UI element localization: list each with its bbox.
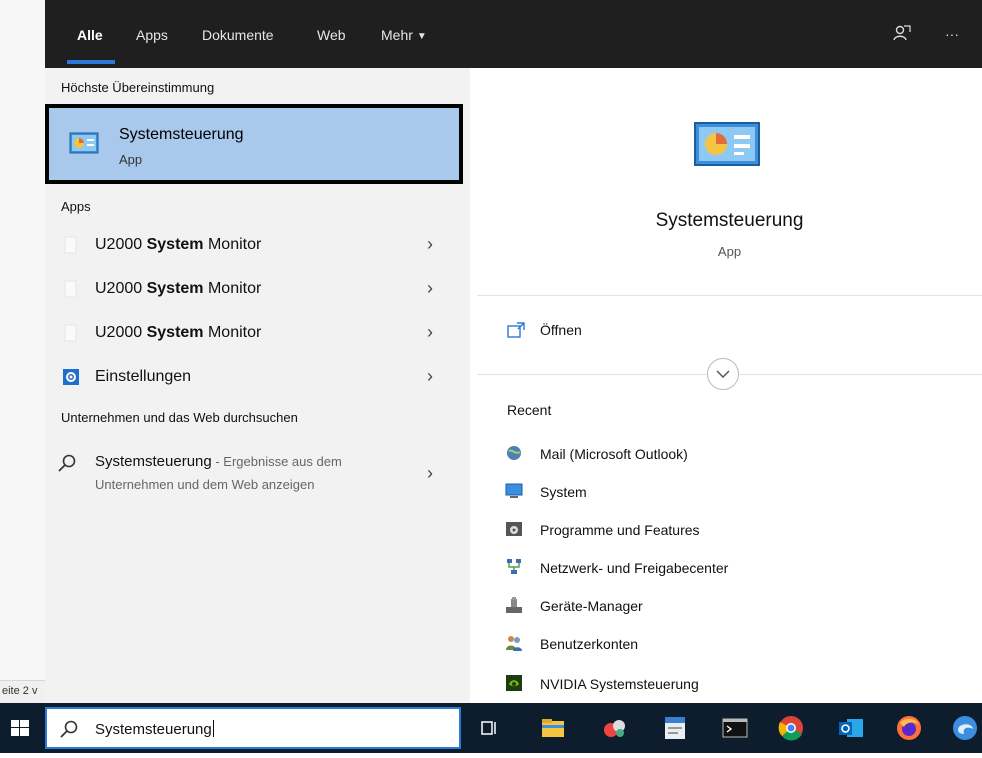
best-match-title: Systemsteuerung bbox=[119, 126, 244, 143]
search-scope-tabs: Alle Apps Dokumente Web Mehr ▼ ··· bbox=[45, 0, 982, 68]
user-accounts-icon bbox=[506, 636, 522, 651]
control-panel-icon bbox=[69, 132, 99, 154]
mail-globe-icon bbox=[507, 446, 521, 460]
blank-app-icon bbox=[64, 280, 77, 298]
chevron-right-icon[interactable]: › bbox=[427, 463, 433, 484]
apps-heading: Apps bbox=[61, 199, 91, 214]
app-result-label: U2000 System Monitor bbox=[95, 280, 262, 297]
blank-app-icon bbox=[64, 324, 77, 342]
more-options-icon[interactable]: ··· bbox=[945, 26, 959, 42]
open-window-icon bbox=[507, 322, 525, 338]
recent-heading: Recent bbox=[507, 402, 552, 418]
start-button[interactable] bbox=[0, 703, 45, 753]
app-result-label: U2000 System Monitor bbox=[95, 324, 262, 341]
tab-label: Apps bbox=[136, 27, 168, 43]
app-result-u2000-1[interactable]: U2000 System Monitor › bbox=[45, 226, 455, 266]
system-monitor-icon bbox=[505, 483, 523, 498]
app-result-u2000-3[interactable]: U2000 System Monitor › bbox=[45, 314, 455, 354]
blank-app-icon bbox=[64, 236, 77, 254]
outlook-icon[interactable] bbox=[836, 713, 866, 743]
network-center-icon bbox=[507, 559, 521, 574]
tab-label: Dokumente bbox=[202, 27, 274, 43]
preview-subtitle: App bbox=[717, 244, 742, 259]
web-search-query: Systemsteuerung - Ergebnisse aus dem bbox=[95, 453, 342, 470]
preview-title: Systemsteuerung bbox=[655, 210, 804, 231]
settings-gear-icon bbox=[63, 369, 79, 385]
text-caret bbox=[212, 720, 214, 737]
device-manager-icon bbox=[506, 597, 522, 613]
results-panel: Höchste Übereinstimmung Systemsteuerung … bbox=[45, 68, 470, 703]
tab-dokumente[interactable]: Dokumente bbox=[202, 25, 274, 45]
best-match-heading: Höchste Übereinstimmung bbox=[61, 80, 215, 95]
chevron-down-icon bbox=[716, 370, 730, 379]
tab-web[interactable]: Web bbox=[317, 25, 346, 45]
taskbar-search-box[interactable]: Systemsteuerung bbox=[45, 707, 461, 749]
search-icon bbox=[58, 454, 76, 472]
recent-item-label: Benutzerkonten bbox=[540, 636, 639, 652]
control-panel-icon bbox=[694, 122, 760, 166]
expand-button[interactable] bbox=[707, 358, 739, 390]
background-window bbox=[0, 0, 46, 703]
app-result-einstellungen[interactable]: Einstellungen › bbox=[45, 358, 455, 398]
web-search-heading: Unternehmen und das Web durchsuchen bbox=[61, 410, 298, 425]
task-view-icon[interactable] bbox=[474, 713, 504, 743]
tab-alle[interactable]: Alle bbox=[77, 25, 103, 45]
windows-logo-icon bbox=[11, 720, 29, 736]
taskbar: Systemsteuerung bbox=[0, 703, 982, 753]
chevron-right-icon[interactable]: › bbox=[427, 366, 433, 387]
terminal-icon[interactable] bbox=[720, 713, 750, 743]
active-tab-indicator bbox=[67, 60, 115, 64]
best-match-subtitle: App bbox=[119, 152, 143, 167]
chevron-right-icon[interactable]: › bbox=[427, 234, 433, 255]
chrome-icon[interactable] bbox=[776, 713, 806, 743]
preview-panel: Systemsteuerung App Öffnen Recent Mail (… bbox=[477, 82, 982, 703]
firefox-icon[interactable] bbox=[894, 713, 924, 743]
nvidia-icon bbox=[506, 675, 522, 691]
web-search-result[interactable]: Systemsteuerung - Ergebnisse aus dem Unt… bbox=[45, 451, 455, 501]
app-result-u2000-2[interactable]: U2000 System Monitor › bbox=[45, 270, 455, 310]
tab-label: Alle bbox=[77, 27, 103, 43]
feedback-icon[interactable] bbox=[893, 24, 911, 47]
recent-item-label: Programme und Features bbox=[540, 522, 700, 538]
web-search-hint: Unternehmen und dem Web anzeigen bbox=[95, 477, 315, 492]
search-input[interactable]: Systemsteuerung bbox=[95, 720, 214, 738]
open-label: Öffnen bbox=[540, 322, 582, 338]
app-result-label: U2000 System Monitor bbox=[95, 236, 262, 253]
chevron-right-icon[interactable]: › bbox=[427, 322, 433, 343]
background-status-bar: eite 2 v bbox=[0, 680, 45, 704]
tab-apps[interactable]: Apps bbox=[136, 25, 168, 45]
tab-label: Mehr bbox=[381, 27, 413, 43]
caret-down-icon: ▼ bbox=[416, 31, 427, 42]
page-indicator-text: eite 2 v bbox=[2, 685, 38, 697]
recent-item-label: System bbox=[540, 484, 587, 500]
recent-item-label: Netzwerk- und Freigabecenter bbox=[540, 560, 729, 576]
best-match-result[interactable]: Systemsteuerung App bbox=[45, 104, 463, 184]
recent-item-label: Geräte-Manager bbox=[540, 598, 643, 614]
recent-item-label: NVIDIA Systemsteuerung bbox=[540, 676, 699, 692]
tab-mehr[interactable]: Mehr ▼ bbox=[381, 25, 427, 45]
preview-header: Systemsteuerung App bbox=[477, 82, 982, 296]
recent-item-label: Mail (Microsoft Outlook) bbox=[540, 446, 688, 462]
window-app-icon[interactable] bbox=[660, 713, 690, 743]
programs-features-icon bbox=[506, 522, 522, 536]
tab-label: Web bbox=[317, 27, 346, 43]
edge-icon[interactable] bbox=[950, 713, 980, 743]
snipping-tool-icon[interactable] bbox=[600, 713, 630, 743]
chevron-right-icon[interactable]: › bbox=[427, 278, 433, 299]
search-icon bbox=[60, 720, 78, 738]
file-explorer-icon[interactable] bbox=[538, 713, 568, 743]
app-result-label: Einstellungen bbox=[95, 368, 192, 385]
